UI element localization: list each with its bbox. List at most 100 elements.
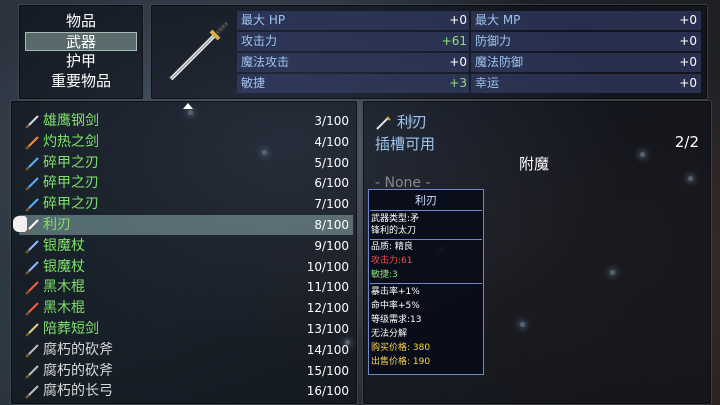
category-armor[interactable]: 护甲 [25,52,137,71]
list-item[interactable]: 灼热之剑 4/100 [19,132,353,152]
item-name: 陪葬短剑 [43,321,99,337]
item-quantity: 4/100 [314,134,349,149]
item-quantity: 11/100 [306,280,349,295]
slot-label: 插槽可用 [375,135,436,153]
item-name: 碎甲之刃 [43,154,99,171]
tooltip-sell-price: 出售价格: 190 [371,357,431,367]
stat-value: +0 [679,13,697,27]
stat-value: +0 [679,76,697,90]
list-item[interactable]: 碎甲之刃 5/100 [19,153,353,173]
stat-label: 敏捷 [241,76,266,90]
detail-title: 利刃 [397,113,428,131]
enchant-label: 附魔 [519,155,550,173]
item-name: 银魔杖 [43,258,85,275]
tooltip-buy-price: 购买价格: 380 [371,343,431,353]
katana-icon [376,116,391,130]
stat-label: 防御力 [475,34,512,48]
item-quantity: 14/100 [306,342,349,357]
staff-icon [25,302,39,316]
item-name: 灼热之剑 [43,133,99,150]
item-quantity: 6/100 [314,176,349,191]
stat-value: +0 [449,55,467,69]
item-quantity: 10/100 [306,259,349,274]
list-item[interactable]: 银魔杖 10/100 [19,257,353,277]
hand-cursor-icon [13,216,27,232]
list-item[interactable]: 腐朽的砍斧 15/100 [19,361,353,381]
stat-value: +0 [679,55,697,69]
scroll-up-arrow[interactable] [183,103,193,109]
item-quantity: 9/100 [314,238,349,253]
list-item[interactable]: 黑木棍 12/100 [19,298,353,318]
axe-icon [25,344,39,358]
axe-icon [25,364,39,379]
stat-attack: 攻击力 +61 [241,31,467,52]
weapon-list: 雄鹰钢剑 3/100 灼热之剑 4/100 碎甲之刃 5/100 碎甲之刃 6/100 碎甲之刃… [10,100,358,405]
stat-value: +0 [449,13,467,27]
tooltip-title: 利刃 [415,194,437,207]
list-item[interactable]: 利刃 8/100 [13,215,353,235]
wand-icon [25,260,39,275]
stat-max-mp: 最大 MP +0 [475,10,697,31]
stat-value: +3 [449,76,467,90]
category-menu: 物品 武器 护甲 重要物品 [18,4,144,100]
katana-large-icon [169,21,229,81]
stat-defense: 防御力 +0 [475,31,697,52]
stat-label: 魔法防御 [475,55,524,69]
list-item[interactable]: 碎甲之刃 6/100 [19,173,353,193]
fire-sword-icon [25,136,39,150]
item-name: 黑木棍 [43,300,85,317]
tooltip-hit: 命中率+5% [371,301,420,311]
item-name: 腐朽的砍斧 [43,362,113,379]
item-name: 利刃 [43,217,71,233]
item-name: 黑木棍 [43,279,85,296]
staff-icon [25,281,39,296]
stat-max-hp: 最大 HP +0 [241,10,467,31]
category-weapons[interactable]: 武器 [25,32,137,51]
tooltip-crit: 暴击率+1% [371,287,420,297]
stat-label: 最大 HP [241,13,286,27]
list-item[interactable]: 黑木棍 11/100 [19,277,353,297]
blade-icon [25,198,39,212]
tooltip-attack: 攻击力:61 [371,256,413,266]
item-name: 碎甲之刃 [43,196,99,213]
sword-icon [25,115,39,129]
blade-icon [25,156,39,171]
dagger-icon [25,323,39,337]
stat-magic-defense: 魔法防御 +0 [475,52,697,73]
stat-label: 魔法攻击 [241,55,290,69]
tooltip-desc: 锋利的太刀 [371,226,417,236]
item-name: 腐朽的长弓 [43,383,113,400]
stat-magic-attack: 魔法攻击 +0 [241,52,467,73]
list-item[interactable]: 陪葬短剑 13/100 [19,319,353,339]
item-quantity: 13/100 [306,322,349,336]
tooltip-agility: 敏捷:3 [371,270,398,280]
tooltip-type: 武器类型:矛 [371,214,420,224]
item-quantity: 12/100 [306,301,349,316]
list-item[interactable]: 银魔杖 9/100 [19,236,353,256]
stat-label: 幸运 [475,76,500,90]
item-name: 银魔杖 [43,237,85,254]
stat-agility: 敏捷 +3 [241,73,467,94]
list-item[interactable]: 腐朽的长弓 16/100 [19,381,353,401]
tooltip-level: 等级需求:13 [371,315,422,325]
item-tooltip: 利刃 武器类型:矛 锋利的太刀 品质: 精良 攻击力:61 敏捷:3 暴击率+1… [368,189,484,375]
item-quantity: 15/100 [306,363,349,378]
item-quantity: 5/100 [314,155,349,170]
tooltip-unbreak: 无法分解 [371,329,408,339]
stat-value: +0 [679,34,697,48]
stat-label: 最大 MP [475,13,521,27]
list-item[interactable]: 腐朽的砍斧 14/100 [19,340,353,360]
item-quantity: 7/100 [314,197,349,212]
list-item[interactable]: 雄鹰钢剑 3/100 [19,111,353,131]
blade-icon [25,177,39,192]
item-quantity: 16/100 [306,384,349,399]
list-item[interactable]: 碎甲之刃 7/100 [19,194,353,214]
item-quantity: 8/100 [314,218,349,232]
category-key-items[interactable]: 重要物品 [25,72,137,91]
tooltip-quality: 品质: 精良 [371,242,413,252]
item-name: 腐朽的砍斧 [43,341,113,358]
slot-count: 2/2 [674,133,699,151]
stat-luck: 幸运 +0 [475,73,697,94]
stat-label: 攻击力 [241,34,278,48]
category-items[interactable]: 物品 [25,12,137,31]
